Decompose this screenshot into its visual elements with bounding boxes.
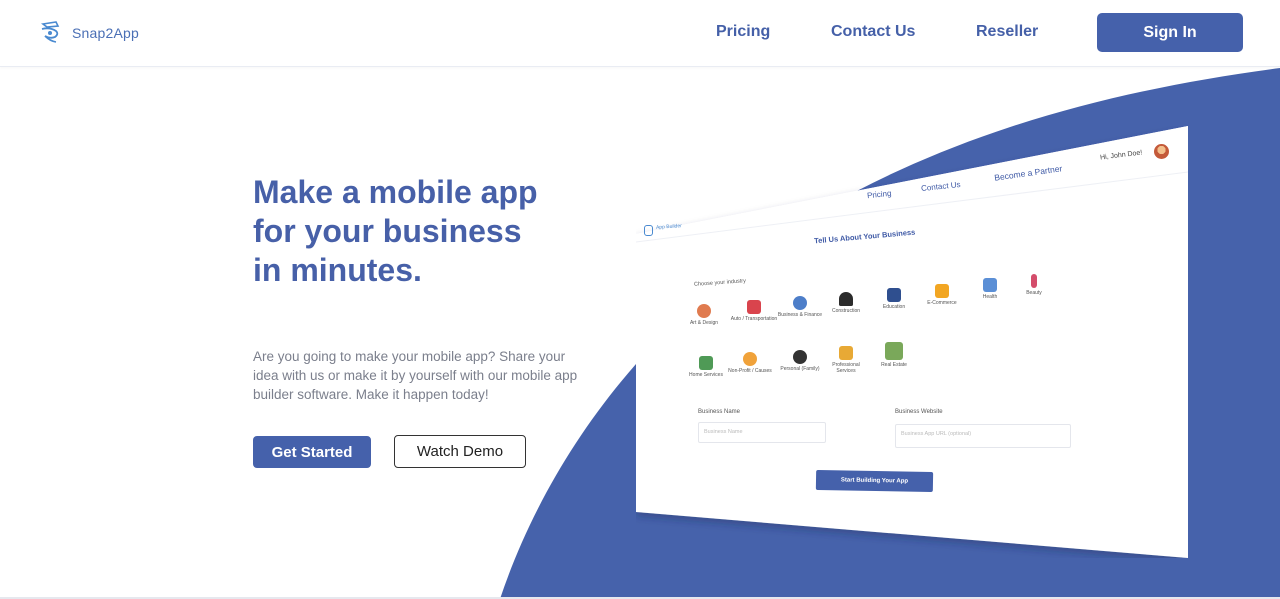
business-name-label: Business Name [698,409,741,415]
snap2app-logo-icon [40,21,60,43]
industry-real-estate: Real Estate [870,342,918,368]
watch-demo-button[interactable]: Watch Demo [394,435,526,468]
industry-beauty: Beauty [1010,274,1058,296]
people-icon [793,296,807,310]
palette-icon [697,304,711,318]
nav-reseller-link[interactable]: Reseller [976,23,1038,41]
lipstick-icon [1031,274,1037,288]
preview-avatar [1154,144,1169,159]
industry-non-profit: Non-Profit / Causes [726,352,774,374]
building-icon [885,342,903,360]
helmet-icon [839,292,853,306]
industry-health: Health [966,278,1014,300]
hero-description: Are you going to make your mobile app? S… [253,349,578,402]
industry-personal-family: Personal (Family) [776,350,824,372]
business-name-input[interactable]: Business Name [698,422,826,443]
house-icon [699,356,713,370]
brand-logo[interactable]: Snap2App [38,20,139,46]
site-header: Snap2App Pricing Contact Us Reseller Sig… [0,0,1280,67]
brand-name: Snap2App [72,25,139,41]
drill-icon [839,346,853,360]
business-website-input[interactable]: Business App URL (optional) [895,424,1071,448]
industry-auto-transportation: Auto / Transportation [730,300,778,322]
person-icon [793,350,807,364]
business-website-label: Business Website [895,409,943,415]
app-builder-preview: Pricing Contact Us Become a Partner Hi, … [636,126,1188,558]
industry-construction: Construction [822,292,870,314]
hero-title: Make a mobile app for your business in m… [253,174,538,288]
nav-pricing-link[interactable]: Pricing [716,23,770,41]
hands-icon [743,352,757,366]
hospital-icon [983,278,997,292]
car-icon [747,300,761,314]
sign-in-button[interactable]: Sign In [1097,13,1243,52]
industry-professional-services: Professional Services [822,346,870,374]
graduation-cap-icon [887,288,901,302]
cart-icon [935,284,949,298]
nav-contact-link[interactable]: Contact Us [831,23,915,41]
industry-education: Education [870,288,918,310]
industry-business-finance: Business & Finance [776,296,824,318]
industry-e-commerce: E-Commerce [918,284,966,306]
start-building-button[interactable]: Start Building Your App [815,469,934,493]
preview-logo-icon [644,225,653,236]
industry-art-design: Art & Design [680,304,728,326]
industry-home-services: Home Services [682,356,730,378]
get-started-button[interactable]: Get Started [253,436,371,468]
